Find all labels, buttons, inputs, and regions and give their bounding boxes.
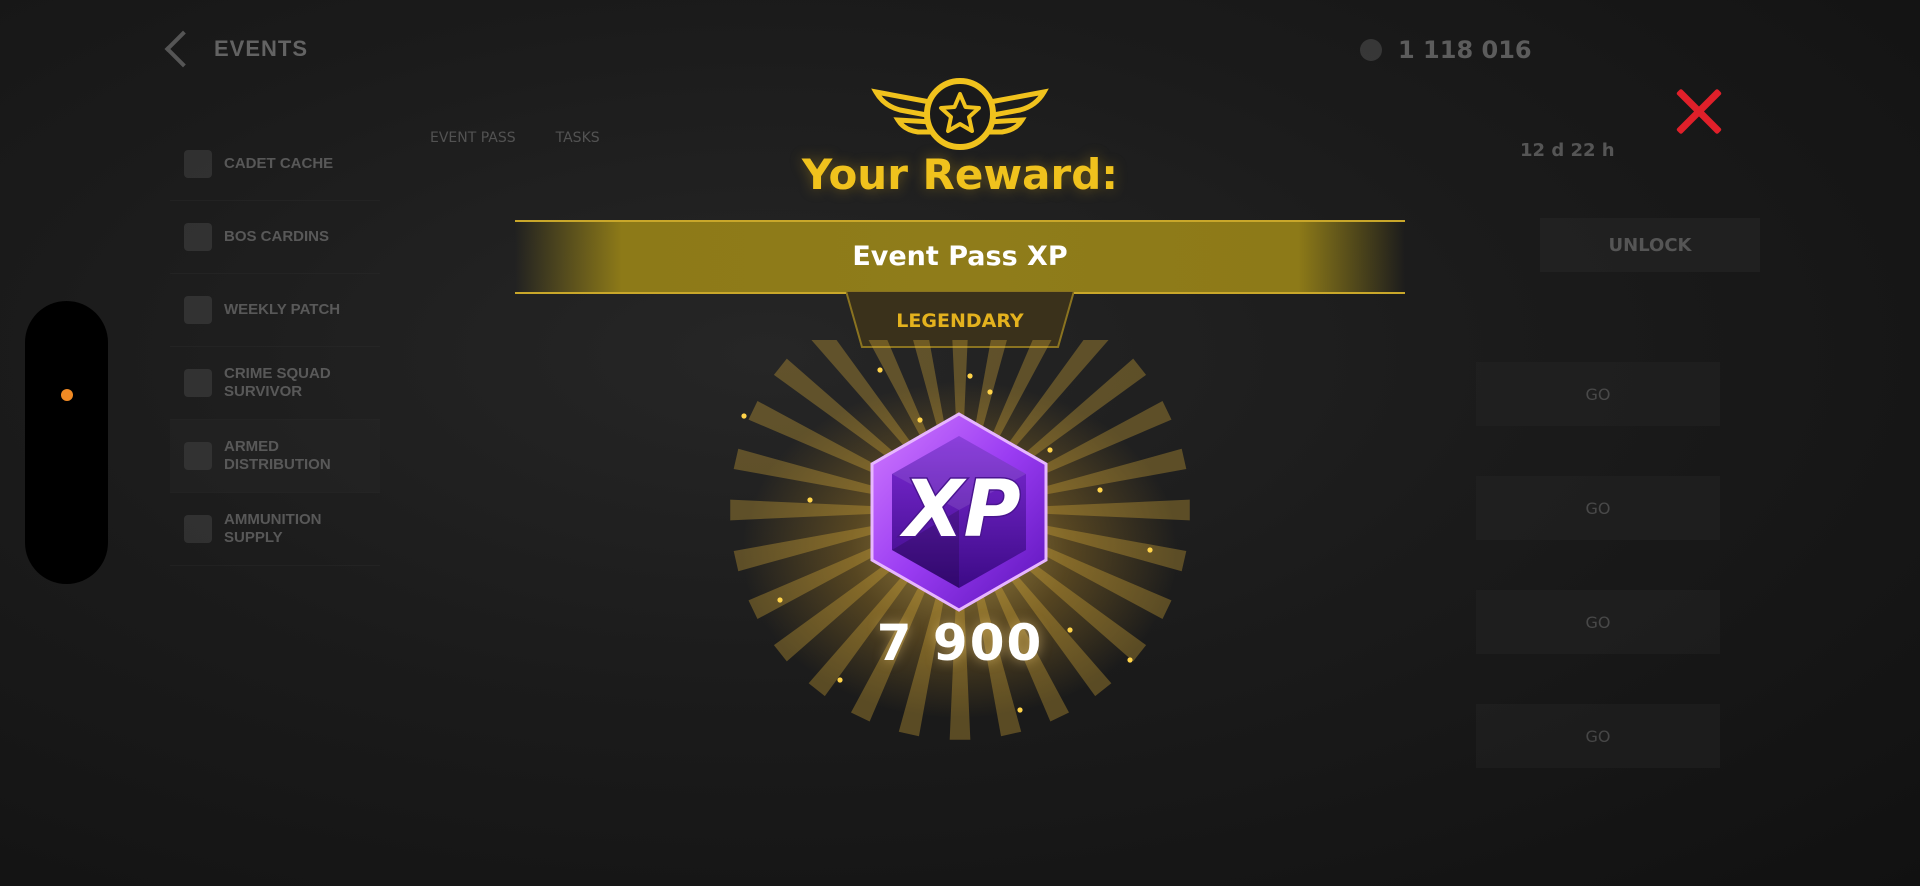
coin-icon (1360, 39, 1382, 61)
close-button[interactable] (1672, 86, 1724, 138)
sparkle (967, 373, 973, 379)
sidebar-icon (184, 223, 212, 251)
sparkle (1017, 707, 1023, 713)
unlock-button: UNLOCK (1540, 218, 1760, 272)
edge-panel-handle[interactable] (25, 301, 108, 584)
sparkle (1147, 547, 1153, 553)
sparkle (1097, 487, 1103, 493)
sidebar-item-label: CRIME SQUAD SURVIVOR (224, 365, 331, 400)
currency-amount: 1 118 016 (1398, 36, 1532, 64)
sidebar-icon (184, 442, 212, 470)
reward-amount: 7 900 (876, 614, 1044, 672)
task-go-button: GO (1476, 362, 1720, 426)
tab-tasks: TASKS (555, 130, 600, 146)
sidebar-icon (184, 369, 212, 397)
sidebar-item-label: ARMED DISTRIBUTION (224, 438, 331, 473)
sidebar-item-label: BOS CARDINS (224, 228, 330, 245)
background-header: EVENTS (164, 30, 309, 68)
tab-event-pass: EVENT PASS (430, 130, 516, 146)
sparkle (837, 677, 843, 683)
sparkle (877, 367, 883, 373)
back-arrow-icon (164, 30, 202, 68)
sidebar-item: BOS CARDINS (170, 201, 380, 274)
currency-display: 1 118 016 (1360, 36, 1532, 64)
reward-title: Your Reward: (801, 150, 1119, 199)
sidebar-item: ARMED DISTRIBUTION (170, 420, 380, 493)
sidebar-icon (184, 515, 212, 543)
indicator-dot (61, 389, 73, 401)
sparkle (741, 413, 747, 419)
task-go-button: GO (1476, 704, 1720, 768)
wings-star-emblem-icon (871, 78, 1049, 150)
task-list: GO GO GO GO (1476, 362, 1720, 818)
sidebar-item-label: AMMUNITION SUPPLY (224, 511, 322, 546)
background-tabs: EVENT PASS TASKS (430, 130, 600, 146)
task-go-button: GO (1476, 476, 1720, 540)
sidebar-item: AMMUNITION SUPPLY (170, 493, 380, 566)
reward-name-banner: Event Pass XP (515, 220, 1405, 294)
sidebar-icon (184, 296, 212, 324)
sidebar-item: WEEKLY PATCH (170, 274, 380, 347)
sparkle (987, 389, 993, 395)
sparkle (807, 497, 813, 503)
reward-name: Event Pass XP (852, 241, 1068, 272)
sidebar-item: CRIME SQUAD SURVIVOR (170, 347, 380, 420)
xp-gem-label: XP (899, 465, 1020, 555)
background-title: EVENTS (214, 36, 309, 61)
xp-gem-icon: XP (870, 412, 1048, 612)
sidebar-item-label: WEEKLY PATCH (224, 301, 341, 318)
sparkle (777, 597, 783, 603)
